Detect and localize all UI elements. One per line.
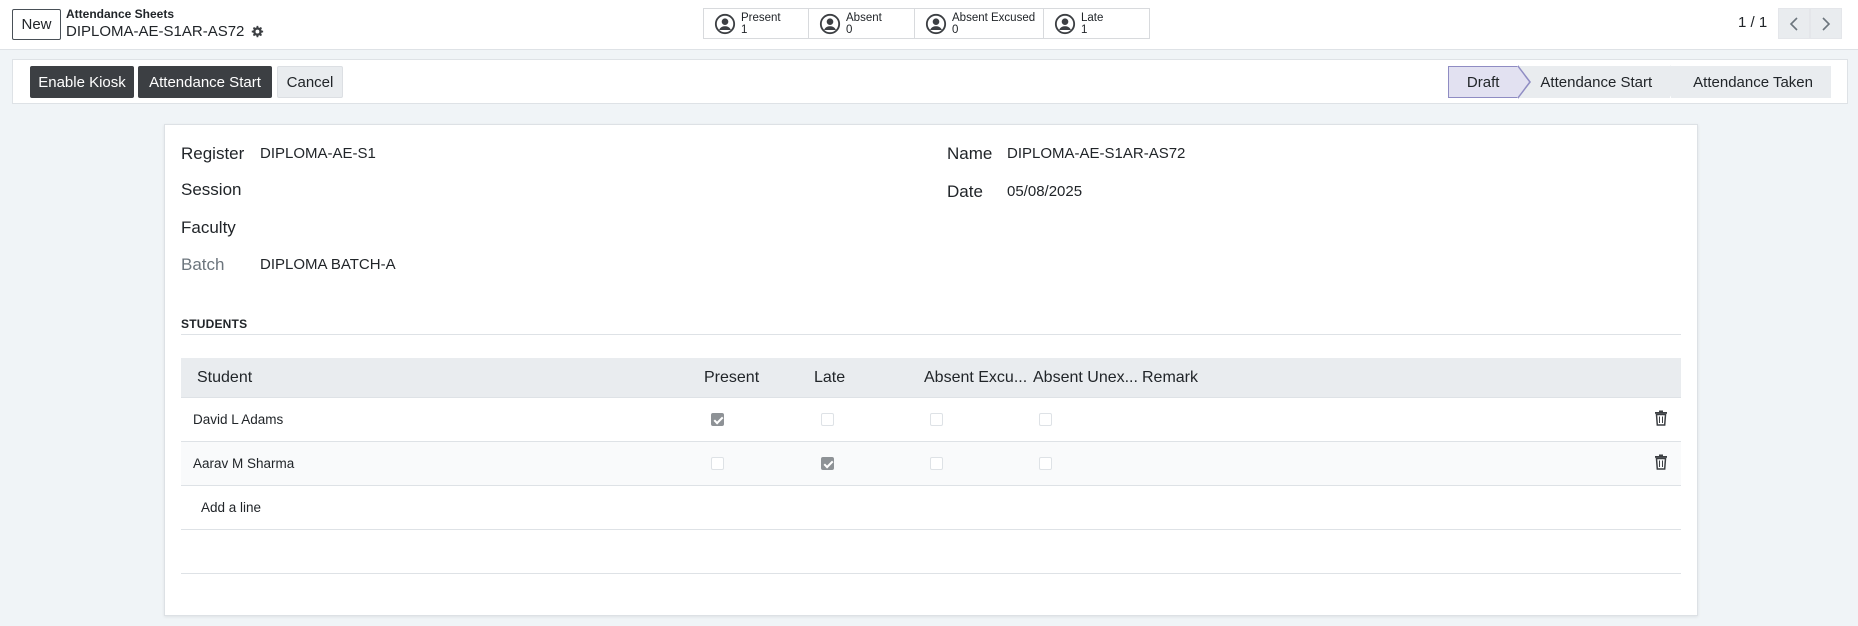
batch-field[interactable]: DIPLOMA BATCH-A	[260, 256, 396, 273]
student-name[interactable]: Aarav M Sharma	[193, 456, 294, 471]
date-field[interactable]: 05/08/2025	[1007, 183, 1082, 200]
name-field[interactable]: DIPLOMA-AE-S1AR-AS72	[1007, 145, 1185, 162]
students-table: Student Present Late Absent Excu... Abse…	[181, 358, 1681, 574]
stage-label: Attendance Taken	[1693, 73, 1813, 91]
person-circle-icon	[1054, 13, 1076, 34]
smart-button-absent-excused[interactable]: Absent Excused 0	[915, 8, 1044, 39]
smart-button-label: Present	[741, 11, 781, 24]
form-statusbar: Enable Kiosk Attendance Start Cancel Dra…	[12, 59, 1848, 104]
new-button[interactable]: New	[12, 9, 61, 40]
stage-draft[interactable]: Draft	[1447, 65, 1532, 99]
column-present[interactable]: Present	[704, 369, 759, 387]
smart-button-value: 0	[952, 23, 959, 36]
register-field[interactable]: DIPLOMA-AE-S1	[260, 145, 376, 162]
column-remark[interactable]: Remark	[1142, 369, 1198, 387]
faculty-label: Faculty	[181, 218, 236, 237]
pager-value[interactable]: 1 / 1	[1738, 14, 1767, 31]
trash-icon[interactable]	[1654, 454, 1668, 470]
student-name[interactable]: David L Adams	[193, 412, 283, 427]
control-panel: New Attendance Sheets DIPLOMA-AE-S1AR-AS…	[0, 0, 1858, 50]
empty-row	[181, 530, 1681, 574]
late-checkbox[interactable]	[821, 413, 834, 426]
pager-previous-button[interactable]	[1778, 8, 1810, 39]
breadcrumb-attendance-sheets[interactable]: Attendance Sheets	[66, 7, 174, 21]
trash-icon[interactable]	[1654, 410, 1668, 426]
status-stages: Draft Attendance Start Attendance Taken	[1447, 65, 1831, 99]
person-circle-icon	[819, 13, 841, 34]
person-circle-icon	[714, 13, 736, 34]
smart-button-value: 0	[846, 23, 853, 36]
present-checkbox[interactable]	[711, 413, 724, 426]
column-late[interactable]: Late	[814, 369, 845, 387]
absent-unexcused-checkbox[interactable]	[1039, 457, 1052, 470]
session-field[interactable]	[260, 181, 860, 201]
column-absent-unexcused[interactable]: Absent Unex...	[1033, 369, 1138, 387]
column-absent-excused[interactable]: Absent Excu...	[924, 369, 1027, 387]
table-row[interactable]: David L Adams	[181, 398, 1681, 442]
present-checkbox[interactable]	[711, 457, 724, 470]
section-divider	[181, 334, 1681, 335]
smart-button-late[interactable]: Late 1	[1044, 8, 1150, 39]
form-sheet: Register DIPLOMA-AE-S1 Session Faculty B…	[164, 124, 1698, 616]
smart-button-label: Absent Excused	[952, 11, 1036, 24]
attendance-start-button[interactable]: Attendance Start	[138, 66, 272, 98]
smart-button-value: 1	[1081, 23, 1088, 36]
enable-kiosk-button[interactable]: Enable Kiosk	[30, 66, 134, 98]
students-section-title: STUDENTS	[181, 317, 248, 331]
record-title: DIPLOMA-AE-S1AR-AS72	[66, 23, 264, 40]
person-circle-icon	[925, 13, 947, 34]
stage-label: Attendance Start	[1540, 73, 1653, 91]
smart-button-present[interactable]: Present 1	[703, 8, 809, 39]
table-row[interactable]: Aarav M Sharma	[181, 442, 1681, 486]
register-label: Register	[181, 144, 245, 163]
faculty-field[interactable]	[260, 219, 860, 239]
late-checkbox[interactable]	[821, 457, 834, 470]
stage-label: Draft	[1466, 73, 1500, 91]
stage-attendance-start[interactable]: Attendance Start	[1518, 65, 1683, 98]
record-name: DIPLOMA-AE-S1AR-AS72	[66, 23, 245, 40]
batch-label: Batch	[181, 255, 225, 274]
absent-excused-checkbox[interactable]	[930, 413, 943, 426]
table-header: Student Present Late Absent Excu... Abse…	[181, 358, 1681, 398]
cancel-button[interactable]: Cancel	[277, 66, 343, 98]
add-line-link[interactable]: Add a line	[201, 500, 261, 515]
date-label: Date	[947, 182, 983, 201]
smart-button-label: Absent	[846, 11, 882, 24]
stage-attendance-taken[interactable]: Attendance Taken	[1671, 66, 1831, 98]
absent-excused-checkbox[interactable]	[930, 457, 943, 470]
name-label: Name	[947, 144, 993, 163]
session-label: Session	[181, 180, 242, 199]
smart-button-value: 1	[741, 23, 748, 36]
smart-buttons: Present 1 Absent 0 Absent Excused 0 Late…	[703, 8, 1150, 39]
column-student[interactable]: Student	[197, 369, 252, 387]
smart-button-label: Late	[1081, 11, 1104, 24]
absent-unexcused-checkbox[interactable]	[1039, 413, 1052, 426]
chevron-right-icon	[1822, 16, 1831, 31]
chevron-left-icon	[1789, 16, 1798, 31]
smart-button-absent[interactable]: Absent 0	[809, 8, 915, 39]
pager-next-button[interactable]	[1810, 8, 1842, 39]
add-line-row: Add a line	[181, 486, 1681, 530]
gear-icon[interactable]	[250, 25, 264, 39]
